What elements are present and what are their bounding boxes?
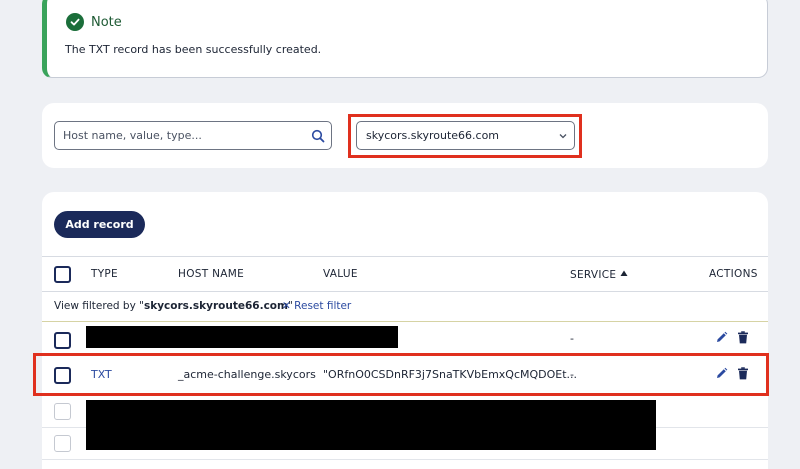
redacted-block — [86, 326, 398, 348]
highlight-domain-select — [348, 114, 582, 158]
redacted-block — [86, 400, 656, 450]
check-circle-icon — [66, 13, 84, 31]
close-icon: ✕ — [282, 300, 291, 312]
filter-domain: skycors.skyroute66.com — [143, 300, 288, 312]
add-record-button[interactable]: Add record — [54, 211, 145, 238]
success-note: Note The TXT record has been successfull… — [42, 0, 768, 78]
column-host-name[interactable]: HOST NAME — [178, 268, 244, 280]
column-value[interactable]: VALUE — [323, 268, 358, 280]
records-panel: Add record TYPE HOST NAME VALUE SERVICE … — [42, 192, 768, 469]
column-actions: ACTIONS — [709, 268, 758, 280]
table-header: TYPE HOST NAME VALUE SERVICE ACTIONS — [42, 256, 768, 292]
highlight-txt-row — [33, 353, 769, 396]
column-service[interactable]: SERVICE — [570, 268, 628, 281]
search-input[interactable] — [55, 122, 305, 149]
sort-up-icon — [620, 268, 628, 280]
pencil-icon[interactable] — [715, 331, 728, 347]
row-service: - — [570, 332, 574, 345]
search-box — [54, 121, 332, 150]
column-type[interactable]: TYPE — [91, 268, 118, 280]
reset-filter-link[interactable]: ✕ Reset filter — [282, 300, 351, 312]
note-title: Note — [91, 14, 122, 30]
select-all-checkbox[interactable] — [54, 266, 71, 283]
column-service-label: SERVICE — [570, 269, 617, 281]
search-icon[interactable] — [311, 128, 325, 147]
row-checkbox[interactable] — [54, 332, 71, 349]
trash-icon[interactable] — [737, 331, 749, 347]
table-row: - — [42, 322, 768, 356]
row-checkbox[interactable] — [54, 403, 71, 420]
filter-label: View filtered by "skycors.skyroute66.com… — [54, 300, 293, 312]
note-header: Note — [66, 13, 122, 31]
filter-bar: View filtered by "skycors.skyroute66.com… — [42, 292, 768, 322]
note-message: The TXT record has been successfully cre… — [65, 43, 322, 56]
row-checkbox[interactable] — [54, 435, 71, 452]
